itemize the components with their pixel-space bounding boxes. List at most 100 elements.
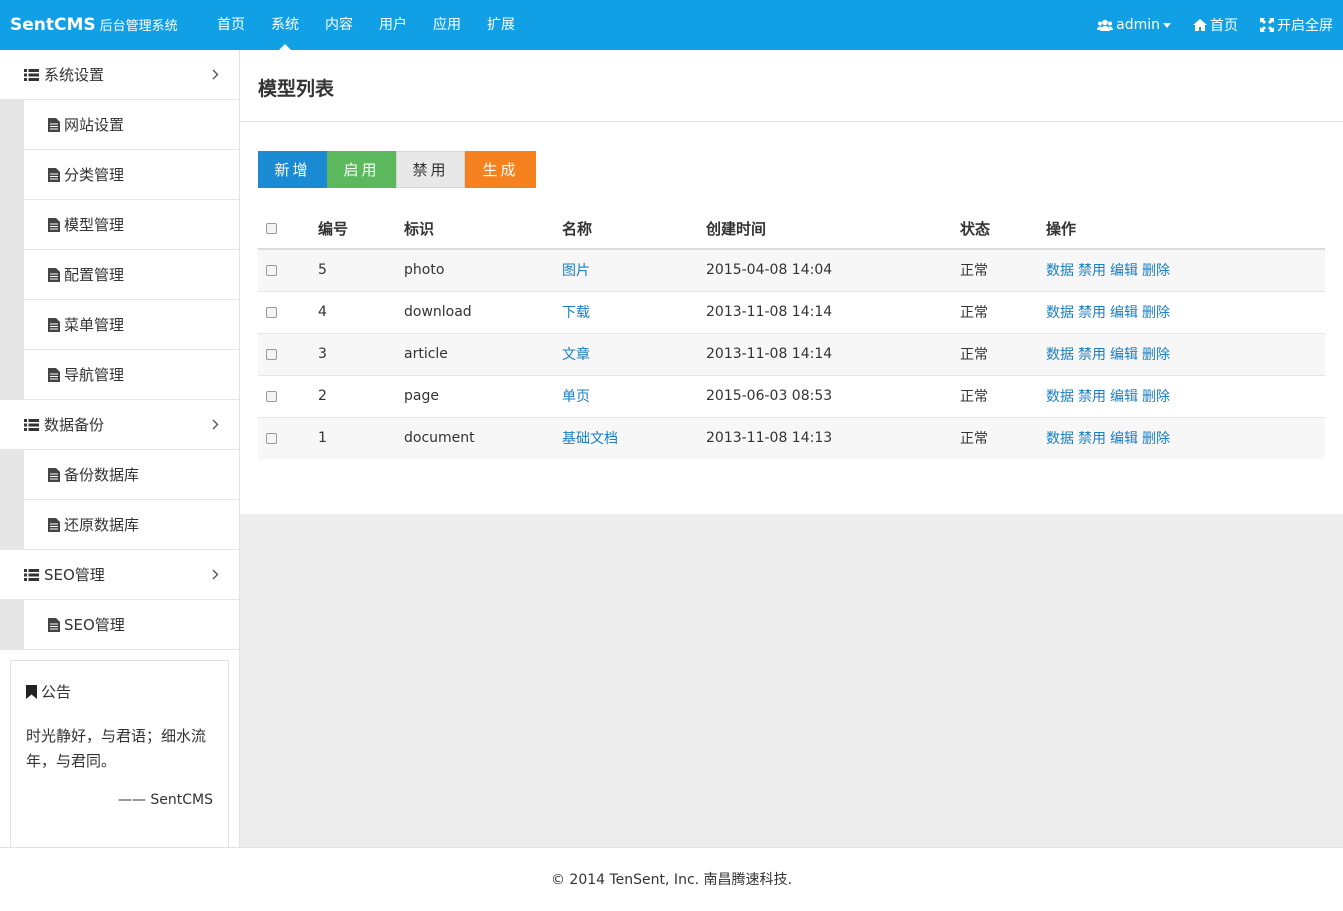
sidebar-item-menu[interactable]: 菜单管理 bbox=[24, 300, 239, 350]
chevron-right-icon bbox=[212, 419, 219, 430]
sidebar-group-label: SEO管理 bbox=[44, 566, 105, 584]
cell-status: 正常 bbox=[960, 249, 1046, 292]
cell-ident: document bbox=[404, 417, 562, 459]
model-name-link[interactable]: 单页 bbox=[562, 389, 590, 405]
edit-link[interactable]: 编辑 bbox=[1110, 305, 1138, 321]
file-icon bbox=[48, 167, 60, 182]
data-link[interactable]: 数据 bbox=[1046, 305, 1074, 321]
cell-status: 正常 bbox=[960, 417, 1046, 459]
user-menu[interactable]: admin bbox=[1097, 17, 1171, 33]
column-header-ident[interactable]: 标识 bbox=[404, 208, 562, 250]
table-row: 3 article 文章 2013-11-08 14:14 正常 数据 禁用 编辑删… bbox=[258, 333, 1325, 376]
cell-id: 4 bbox=[318, 291, 404, 334]
delete-link[interactable]: 删除 bbox=[1142, 347, 1170, 363]
cell-actions: 数据 禁用 编辑 删除 bbox=[1046, 291, 1325, 334]
select-all-checkbox[interactable] bbox=[266, 223, 277, 234]
cell-id: 5 bbox=[318, 249, 404, 292]
sidebar-item-label: 还原数据库 bbox=[64, 516, 140, 534]
data-link[interactable]: 数据 bbox=[1046, 389, 1074, 405]
row-checkbox[interactable] bbox=[266, 306, 277, 318]
row-checkbox[interactable] bbox=[266, 264, 277, 276]
notice-signature: —— SentCMS bbox=[117, 792, 213, 808]
nav-home[interactable]: 首页 bbox=[204, 0, 258, 50]
column-header-id[interactable]: 编号 bbox=[318, 208, 404, 250]
sidebar: 系统设置 网站设置 分类管理 模型管理 配置管理 菜单管理 导航管理 数据备份 … bbox=[0, 50, 240, 847]
sidebar-group-label: 系统设置 bbox=[44, 66, 105, 84]
sidebar-item-model[interactable]: 模型管理 bbox=[24, 200, 239, 250]
sidebar-item-category[interactable]: 分类管理 bbox=[24, 150, 239, 200]
data-link[interactable]: 数据 bbox=[1046, 431, 1074, 447]
disable-link[interactable]: 禁用 bbox=[1078, 347, 1106, 363]
nav-users[interactable]: 用户 bbox=[366, 0, 420, 50]
row-checkbox[interactable] bbox=[266, 432, 277, 444]
brand-logo[interactable]: SentCMS 后台管理系统 bbox=[10, 15, 178, 35]
sidebar-item-seo[interactable]: SEO管理 bbox=[24, 600, 239, 650]
footer: © 2014 TenSent, Inc. 南昌腾速科技. bbox=[0, 847, 1343, 911]
disable-link[interactable]: 禁用 bbox=[1078, 305, 1106, 321]
nav-apps[interactable]: 应用 bbox=[420, 0, 474, 50]
sidebar-item-navigation[interactable]: 导航管理 bbox=[24, 350, 239, 400]
edit-link[interactable]: 编辑 bbox=[1110, 347, 1138, 363]
cell-id: 2 bbox=[318, 375, 404, 418]
disable-link[interactable]: 禁用 bbox=[1078, 263, 1106, 279]
edit-link[interactable]: 编辑 bbox=[1110, 389, 1138, 405]
home-link[interactable]: 首页 bbox=[1193, 15, 1238, 35]
home-link-label: 首页 bbox=[1210, 18, 1238, 34]
nav-extensions[interactable]: 扩展 bbox=[474, 0, 528, 50]
sidebar-item-config[interactable]: 配置管理 bbox=[24, 250, 239, 300]
sidebar-item-restore-db[interactable]: 还原数据库 bbox=[24, 500, 239, 550]
caret-down-icon bbox=[1163, 22, 1171, 28]
data-link[interactable]: 数据 bbox=[1046, 347, 1074, 363]
enable-button[interactable]: 启用 bbox=[327, 151, 396, 188]
chevron-right-icon bbox=[212, 69, 219, 80]
file-icon bbox=[48, 217, 60, 232]
column-header-name[interactable]: 名称 bbox=[562, 208, 706, 250]
disable-link[interactable]: 禁用 bbox=[1078, 431, 1106, 447]
sidebar-item-label: 模型管理 bbox=[64, 216, 125, 234]
bookmark-icon bbox=[26, 684, 37, 699]
edit-link[interactable]: 编辑 bbox=[1110, 431, 1138, 447]
disable-button[interactable]: 禁用 bbox=[396, 151, 465, 188]
delete-link[interactable]: 删除 bbox=[1142, 305, 1170, 321]
file-icon bbox=[48, 517, 60, 532]
cell-created: 2013-11-08 14:14 bbox=[706, 333, 960, 376]
model-name-link[interactable]: 下载 bbox=[562, 305, 590, 321]
cell-ident: article bbox=[404, 333, 562, 376]
sidebar-group-system[interactable]: 系统设置 bbox=[0, 50, 239, 100]
sidebar-item-backup-db[interactable]: 备份数据库 bbox=[24, 450, 239, 500]
model-name-link[interactable]: 基础文档 bbox=[562, 431, 618, 447]
disable-link[interactable]: 禁用 bbox=[1078, 389, 1106, 405]
file-icon bbox=[48, 317, 60, 332]
notice-title-text: 公告 bbox=[41, 683, 72, 701]
delete-link[interactable]: 删除 bbox=[1142, 431, 1170, 447]
sidebar-item-label: 导航管理 bbox=[64, 366, 125, 384]
column-header-status[interactable]: 状态 bbox=[960, 208, 1046, 250]
data-link[interactable]: 数据 bbox=[1046, 263, 1074, 279]
file-icon bbox=[48, 617, 60, 632]
delete-link[interactable]: 删除 bbox=[1142, 389, 1170, 405]
edit-link[interactable]: 编辑 bbox=[1110, 263, 1138, 279]
model-name-link[interactable]: 文章 bbox=[562, 347, 590, 363]
nav-content[interactable]: 内容 bbox=[312, 0, 366, 50]
table-row: 2 page 单页 2015-06-03 08:53 正常 数据 禁用 编辑 删除 bbox=[258, 375, 1325, 418]
sidebar-group-seo[interactable]: SEO管理 bbox=[0, 550, 239, 600]
fullscreen-toggle[interactable]: 开启全屏 bbox=[1260, 15, 1333, 35]
notice-text: 时光静好，与君语；细水流年，与君同。 bbox=[26, 727, 207, 770]
row-checkbox[interactable] bbox=[266, 348, 277, 360]
nav-system[interactable]: 系统 bbox=[258, 0, 312, 50]
users-icon bbox=[1097, 19, 1114, 31]
cell-created: 2013-11-08 14:13 bbox=[706, 417, 960, 459]
model-name-link[interactable]: 图片 bbox=[562, 263, 590, 279]
row-checkbox[interactable] bbox=[266, 390, 277, 402]
select-all-cell bbox=[258, 208, 318, 250]
table-row: 4 download 下载 2013-11-08 14:14 正常 数据 禁用 编辑… bbox=[258, 291, 1325, 334]
cell-actions: 数据 禁用 编辑 删除 bbox=[1046, 417, 1325, 459]
generate-button[interactable]: 生成 bbox=[465, 151, 536, 188]
sidebar-group-backup[interactable]: 数据备份 bbox=[0, 400, 239, 450]
sidebar-item-site-settings[interactable]: 网站设置 bbox=[24, 100, 239, 150]
cell-status: 正常 bbox=[960, 333, 1046, 376]
column-header-created[interactable]: 创建时间 bbox=[706, 208, 960, 250]
delete-link[interactable]: 删除 bbox=[1142, 263, 1170, 279]
add-button[interactable]: 新增 bbox=[258, 151, 327, 188]
user-name: admin bbox=[1116, 17, 1160, 33]
